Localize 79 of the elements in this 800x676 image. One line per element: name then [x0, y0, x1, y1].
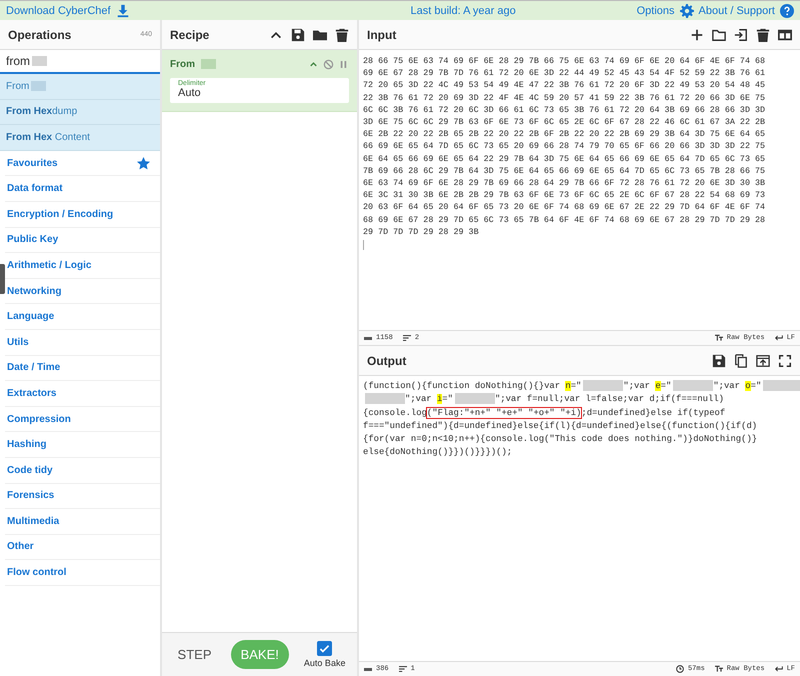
operations-title: Operations — [8, 28, 72, 42]
auto-bake-label: Auto Bake — [304, 658, 346, 668]
hex-line: 22 3B 76 61 72 20 69 3D 22 4F 4E 4C 59 20 57 41 59 22 3B 76 61 72 20 66 3D 6E 75 — [363, 92, 766, 104]
code-line: {for(var n=0;n<10;n++){console.log("This code does nothing.")}doNothing()} — [363, 433, 758, 446]
category-item[interactable]: Date / Time — [5, 356, 160, 382]
hex-line: 68 69 6E 67 28 29 7D 65 6C 73 65 7B 64 6F 4E 6F 74 68 69 6E 67 28 29 7D 7D 29 28 — [363, 214, 766, 226]
step-button[interactable]: STEP — [174, 643, 216, 666]
bake-button[interactable]: BAKE! — [230, 640, 289, 669]
clock-icon — [676, 665, 684, 673]
length-icon — [364, 336, 372, 340]
hex-line: 7B 69 66 28 6C 29 7B 64 3D 75 6E 64 65 66 69 6E 65 64 7D 65 6C 73 65 7B 28 66 75 — [363, 164, 766, 178]
category-item[interactable]: Flow control — [5, 560, 160, 586]
hex-line: 6C 6C 3B 76 61 72 20 6C 3D 66 61 6C 73 65 3B 76 61 72 20 64 3B 69 66 28 66 3D 3D — [363, 104, 766, 116]
category-item[interactable]: Language — [5, 304, 160, 330]
category-item[interactable]: Networking — [5, 278, 160, 304]
download-icon[interactable] — [116, 4, 130, 18]
lines-icon — [402, 334, 411, 342]
category-item[interactable]: Forensics — [5, 484, 160, 510]
code-line: else{doNothing()}})()}}})(); — [363, 446, 514, 460]
trash-icon[interactable] — [335, 28, 349, 42]
copy-icon[interactable] — [734, 354, 748, 368]
output-title: Output — [367, 354, 406, 368]
hex-line: 66 69 6E 65 64 7D 65 6C 73 65 20 69 66 28 74 79 70 65 6F 66 20 66 3D 3D 3D 22 75 — [363, 140, 766, 153]
hex-line: 6E 63 74 69 6F 6E 28 29 7B 69 66 28 64 29 7B 66 6F 72 28 76 61 72 20 6E 3D 30 3B — [363, 177, 766, 190]
settings-icon[interactable] — [680, 4, 694, 18]
length-icon — [364, 668, 372, 670]
text-format-icon[interactable] — [714, 665, 723, 673]
code-line: {console.log("Flag:"+n+" "+e+" "+o+" "+i);d=undefined}else if(typeof — [363, 406, 726, 420]
hex-line: 72 20 65 3D 22 4C 49 53 54 49 4E 47 22 3B 76 61 72 20 6F 3D 22 49 53 20 54 48 45 — [363, 79, 766, 92]
operation-item[interactable]: From — [0, 74, 160, 100]
star-icon — [137, 156, 150, 170]
text-format-icon[interactable] — [714, 334, 723, 342]
lines-icon — [398, 665, 407, 673]
hex-line: 28 66 75 6E 63 74 69 6F 6E 28 29 7B 66 75 6E 63 74 69 6F 6E 20 64 6F 4E 6F 74 68 — [363, 55, 766, 68]
category-item[interactable]: Extractors — [5, 381, 160, 407]
hex-line: 6E 3C 31 30 3B 6E 2B 2B 29 7B 63 6F 6E 73 6F 6C 65 2E 6C 6F 67 28 22 54 68 69 73 — [363, 189, 766, 202]
options-link[interactable]: Options — [636, 4, 675, 16]
operation-item[interactable]: From Hexdump — [0, 100, 160, 126]
tabs-icon[interactable] — [778, 28, 792, 42]
hex-line: 20 63 6F 64 65 20 64 6F 65 73 20 6E 6F 74 68 69 6E 67 2E 22 29 7D 64 6F 4E 6F 74 — [363, 201, 766, 214]
help-icon[interactable] — [780, 4, 794, 18]
category-item[interactable]: Code tidy — [5, 458, 160, 484]
file-input-icon[interactable] — [734, 28, 748, 42]
return-icon[interactable] — [774, 665, 783, 673]
hex-line: 6E 2B 22 20 22 2B 65 2B 22 20 22 2B 6F 2B 22 20 22 2B 69 29 3B 64 3D 75 6E 64 65 — [363, 128, 766, 140]
hex-line: 69 6E 67 28 29 7B 7D 76 61 72 20 6E 3D 22 44 49 52 45 43 54 4F 52 59 22 3B 76 61 — [363, 67, 766, 80]
category-item[interactable]: Compression — [5, 406, 160, 432]
folder-icon[interactable] — [313, 28, 327, 42]
category-item[interactable]: Encryption / Encoding — [5, 202, 160, 228]
panel-collapse-handle[interactable] — [0, 264, 5, 294]
save-icon[interactable] — [291, 28, 305, 42]
code-line: ";var i=" ";var f=null;var l=false;var d;if(f===null) — [363, 393, 796, 407]
category-item[interactable]: Public Key — [5, 228, 160, 254]
plus-icon[interactable] — [690, 28, 704, 42]
fullscreen-icon[interactable] — [778, 354, 792, 368]
trash-icon[interactable] — [756, 28, 770, 42]
replace-input-icon[interactable] — [756, 354, 770, 368]
build-info: Last build: A year ago — [410, 4, 517, 16]
auto-bake-checkbox[interactable] — [317, 641, 332, 656]
category-item[interactable]: Hashing — [5, 432, 160, 458]
category-item[interactable]: Multimedia — [5, 509, 160, 535]
folder-icon[interactable] — [712, 28, 726, 42]
input-title: Input — [367, 28, 396, 42]
category-item[interactable]: Favourites — [5, 150, 160, 176]
hex-line: 3D 6E 75 6C 6C 29 7B 63 6F 6E 73 6F 6C 65 2E 6C 6F 67 28 22 46 6C 61 67 3A 22 2B — [363, 116, 766, 128]
code-line: f==="undefined"){d=undefined}else{if(l){d=undefined}else{(function(){if(d) — [363, 420, 758, 433]
about-support-link[interactable]: About / Support — [698, 4, 775, 16]
download-link[interactable]: Download CyberChef — [6, 4, 111, 16]
return-icon[interactable] — [774, 334, 783, 342]
operation-name: From — [170, 58, 195, 70]
recipe-title: Recipe — [170, 28, 210, 42]
category-item[interactable]: Utils — [5, 330, 160, 356]
save-icon[interactable] — [712, 354, 726, 368]
hex-line: 6E 64 65 66 69 6E 65 64 22 29 7B 64 3D 75 6E 64 65 66 69 6E 65 64 7D 65 6C 73 65 — [363, 152, 766, 165]
category-item[interactable]: Arithmetic / Logic — [5, 253, 160, 279]
category-item[interactable]: Data format — [5, 176, 160, 202]
hex-line: 29 7D 7D 7D 29 28 29 3B — [363, 226, 480, 238]
category-item[interactable]: Other — [5, 534, 160, 560]
operation-item[interactable]: From Hex Content — [0, 125, 160, 151]
